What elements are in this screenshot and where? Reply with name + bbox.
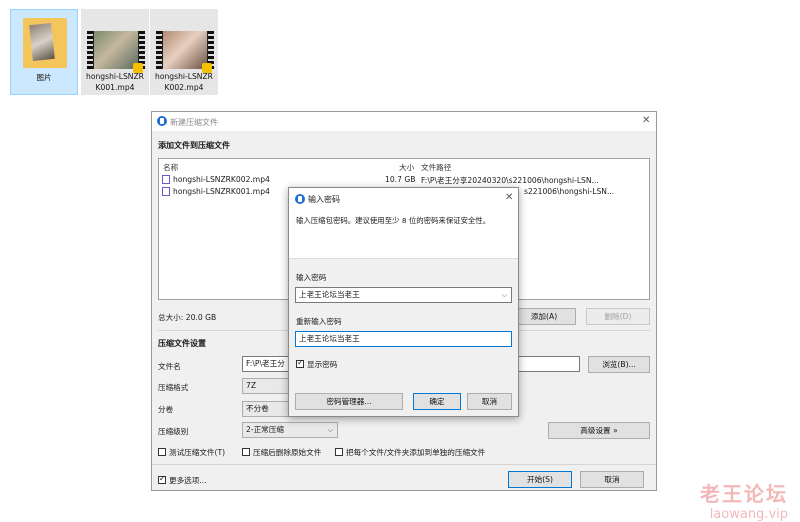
show-password-label: 显示密码 <box>307 360 338 369</box>
password-hint: 输入压缩包密码。建议使用至少 8 位的密码来保证安全性。 <box>296 216 491 225</box>
column-size[interactable]: 大小 <box>399 162 414 173</box>
start-button[interactable]: 开始(S) <box>508 471 572 488</box>
password-header: 输入密码 ✕ 输入压缩包密码。建议使用至少 8 位的密码来保证安全性。 <box>289 188 518 258</box>
separate-archives-checkbox[interactable] <box>335 448 343 456</box>
level-label: 压缩级别 <box>158 427 189 436</box>
advanced-settings-button[interactable]: 高级设置 » <box>548 422 650 439</box>
video-thumbnail <box>87 31 145 73</box>
column-name[interactable]: 名称 <box>163 162 178 173</box>
video-tile-k002[interactable]: hongshi-LSNZR K002.mp4 <box>150 9 218 95</box>
video-tile-k001[interactable]: hongshi-LSNZR K001.mp4 <box>81 9 149 95</box>
video-file-icon <box>162 175 170 184</box>
separate-archives-label: 把每个文件/文件夹添加到单独的压缩文件 <box>346 448 486 457</box>
table-row[interactable]: hongshi-LSNZRK002.mp4 10.7 GB F:\P\老王分享2… <box>159 174 649 186</box>
chevron-down-icon: ⌵ <box>501 291 507 299</box>
ok-button[interactable]: 确定 <box>413 393 461 410</box>
format-label: 压缩格式 <box>158 383 189 392</box>
format-value: 7Z <box>246 381 257 390</box>
video-thumbnail <box>156 31 214 73</box>
row-path: F:\P\老王分享20240320\s221006\hongshi-LSN... <box>421 176 599 185</box>
split-value: 不分卷 <box>246 404 269 413</box>
password-input[interactable]: 上老王论坛当老王 ⌵ <box>295 287 512 303</box>
dialog-title: 新建压缩文件 <box>170 118 218 127</box>
column-path[interactable]: 文件路径 <box>421 162 451 173</box>
file-label: K001.mp4 <box>95 83 135 92</box>
add-button[interactable]: 添加(A) <box>512 308 576 325</box>
cancel-button[interactable]: 取消 <box>580 471 644 488</box>
total-size: 总大小: 20.0 GB <box>158 313 217 322</box>
password-manager-button[interactable]: 密码管理器... <box>295 393 403 410</box>
watermark-main: 老王论坛 <box>700 482 788 506</box>
row-name: hongshi-LSNZRK001.mp4 <box>173 187 270 196</box>
filename-label: 文件名 <box>158 362 181 371</box>
chevron-down-icon: ⌵ <box>327 426 333 434</box>
more-options-label: 更多选项... <box>169 476 207 485</box>
close-icon[interactable]: ✕ <box>505 192 513 203</box>
folder-icon <box>23 18 67 68</box>
settings-heading: 压缩文件设置 <box>158 339 206 348</box>
delete-after-checkbox[interactable] <box>242 448 250 456</box>
row-path: s221006\hongshi-LSN... <box>524 187 615 196</box>
delete-button[interactable]: 删除(D) <box>586 308 650 325</box>
format-select[interactable]: 7Z <box>242 378 290 394</box>
folder-tile-pictures[interactable]: 图片 <box>10 9 78 95</box>
reenter-password-label: 重新输入密码 <box>296 317 342 326</box>
split-select[interactable]: 不分卷 <box>242 401 290 417</box>
reenter-value: 上老王论坛当老王 <box>299 334 360 343</box>
row-name: hongshi-LSNZRK002.mp4 <box>173 175 270 184</box>
split-label: 分卷 <box>158 405 174 414</box>
file-label: hongshi-LSNZR <box>155 72 213 81</box>
reenter-password-input[interactable]: 上老王论坛当老王 <box>295 331 512 347</box>
row-size: 10.7 GB <box>385 175 416 184</box>
test-archive-checkbox[interactable] <box>158 448 166 456</box>
enter-password-label: 输入密码 <box>296 273 327 282</box>
password-cancel-button[interactable]: 取消 <box>467 393 512 410</box>
browse-button[interactable]: 浏览(B)... <box>588 356 650 373</box>
divider <box>289 258 518 259</box>
app-icon <box>157 116 167 126</box>
file-label: 图片 <box>36 73 52 82</box>
test-archive-label: 测试压缩文件(T) <box>169 448 226 457</box>
app-icon <box>295 194 305 204</box>
level-value: 2-正常压缩 <box>246 425 284 434</box>
file-label: K002.mp4 <box>164 83 204 92</box>
titlebar: 新建压缩文件 ✕ <box>152 112 656 131</box>
add-files-heading: 添加文件到压缩文件 <box>158 141 230 150</box>
level-select[interactable]: 2-正常压缩 ⌵ <box>242 422 338 438</box>
watermark: 老王论坛 laowang.vip <box>700 478 788 522</box>
delete-after-label: 压缩后删除原始文件 <box>253 448 322 457</box>
password-value: 上老王论坛当老王 <box>299 290 360 299</box>
more-options-checkbox[interactable] <box>158 474 166 484</box>
file-label: hongshi-LSNZR <box>86 72 144 81</box>
password-dialog: 输入密码 ✕ 输入压缩包密码。建议使用至少 8 位的密码来保证安全性。 输入密码… <box>288 187 519 417</box>
close-icon[interactable]: ✕ <box>642 115 650 126</box>
watermark-sub: laowang.vip <box>709 507 788 522</box>
divider <box>152 464 656 465</box>
video-file-icon <box>162 187 170 196</box>
password-dialog-title: 输入密码 <box>308 195 340 204</box>
show-password-checkbox[interactable] <box>296 358 304 368</box>
